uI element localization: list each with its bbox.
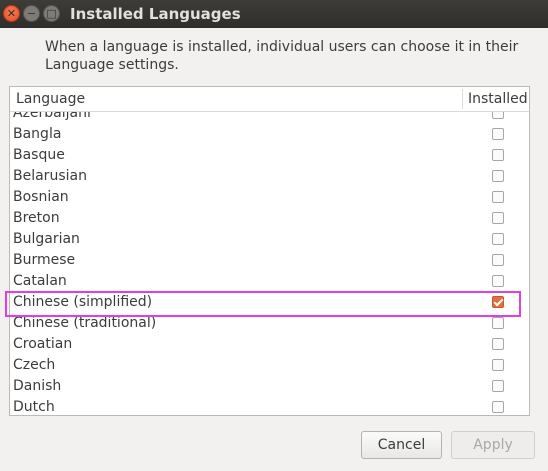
installed-checkbox[interactable] [492,170,504,182]
list-header: Language Installed [10,87,529,112]
language-name: Danish [13,378,62,394]
cancel-button[interactable]: Cancel [361,431,442,459]
language-row[interactable]: Chinese (simplified) [10,292,529,313]
language-name: Chinese (traditional) [13,315,157,331]
language-row[interactable]: Belarusian [10,166,529,187]
language-name: Basque [13,147,65,163]
language-row[interactable]: Catalan [10,271,529,292]
column-header-language[interactable]: Language [16,87,85,111]
language-name: Czech [13,357,56,373]
installed-checkbox[interactable] [492,149,504,161]
minimize-window-button[interactable]: − [23,5,40,22]
language-name: Bosnian [13,189,69,205]
installed-checkbox[interactable] [492,380,504,392]
apply-button[interactable]: Apply [451,431,535,459]
language-name: Chinese (simplified) [13,294,153,310]
maximize-icon: □ [46,7,57,20]
column-separator [462,89,463,109]
language-row[interactable]: Dutch [10,397,529,415]
language-row[interactable]: Croatian [10,334,529,355]
installed-checkbox[interactable] [492,233,504,245]
installed-checkbox[interactable] [492,401,504,413]
close-window-button[interactable]: ✕ [3,5,20,22]
language-name: Bangla [13,126,62,142]
minimize-icon: − [26,7,37,20]
maximize-window-button[interactable]: □ [43,5,60,22]
installed-checkbox[interactable] [492,128,504,140]
language-row[interactable]: Czech [10,355,529,376]
language-row[interactable]: Basque [10,145,529,166]
language-name: Burmese [13,252,76,268]
language-name: Breton [13,210,60,226]
language-row[interactable]: Chinese (traditional) [10,313,529,334]
column-header-installed[interactable]: Installed [468,87,528,111]
language-row[interactable]: Bulgarian [10,229,529,250]
installed-checkbox[interactable] [492,254,504,266]
language-name: Belarusian [13,168,87,184]
language-rows: Azerbaijani Bangla Basque Belarusian Bosnian… [10,103,529,415]
installed-checkbox[interactable] [492,191,504,203]
language-name: Catalan [13,273,67,289]
description-text: When a language is installed, individual… [45,39,519,73]
installed-checkbox[interactable] [492,296,504,308]
installed-checkbox[interactable] [492,317,504,329]
language-name: Croatian [13,336,73,352]
language-name: Bulgarian [13,231,80,247]
installed-checkbox[interactable] [492,338,504,350]
installed-checkbox[interactable] [492,212,504,224]
language-name: Dutch [13,399,55,415]
installed-checkbox[interactable] [492,359,504,371]
title-bar: ✕ − □ Installed Languages [0,0,548,28]
language-row[interactable]: Breton [10,208,529,229]
installed-checkbox[interactable] [492,275,504,287]
language-row[interactable]: Danish [10,376,529,397]
languages-list[interactable]: Azerbaijani Bangla Basque Belarusian Bosnian… [9,86,530,416]
language-row[interactable]: Bosnian [10,187,529,208]
language-row[interactable]: Bangla [10,124,529,145]
close-icon: ✕ [6,7,17,20]
language-row[interactable]: Burmese [10,250,529,271]
window-title: Installed Languages [70,5,241,23]
